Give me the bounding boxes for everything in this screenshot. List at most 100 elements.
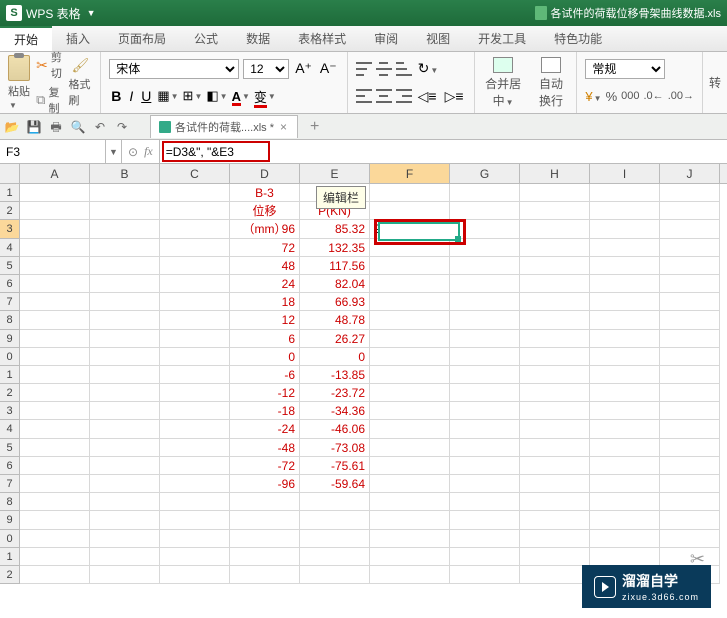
row-header[interactable]: 9: [0, 330, 20, 348]
cell-I9[interactable]: [590, 330, 660, 348]
italic-button[interactable]: I: [127, 88, 135, 104]
formula-cancel-icon[interactable]: ⊙: [128, 145, 138, 159]
align-middle-button[interactable]: [376, 62, 392, 76]
cell-B21[interactable]: [90, 548, 160, 566]
cell-H7[interactable]: [520, 293, 590, 311]
cell-B11[interactable]: [90, 366, 160, 384]
orientation-button[interactable]: ↻▼: [416, 60, 441, 77]
cell-G8[interactable]: [450, 311, 520, 329]
cell-D9[interactable]: 6: [230, 330, 300, 348]
cell-B4[interactable]: [90, 239, 160, 257]
cell-H18[interactable]: [520, 493, 590, 511]
cell-E7[interactable]: 66.93: [300, 293, 370, 311]
cell-A5[interactable]: [20, 257, 90, 275]
cell-D20[interactable]: [230, 530, 300, 548]
cell-E17[interactable]: -59.64: [300, 475, 370, 493]
cell-I4[interactable]: [590, 239, 660, 257]
cell-F2[interactable]: [370, 202, 450, 220]
cell-F8[interactable]: [370, 311, 450, 329]
cell-D21[interactable]: [230, 548, 300, 566]
row-header[interactable]: 6: [0, 457, 20, 475]
cell-H11[interactable]: [520, 366, 590, 384]
cell-J12[interactable]: [660, 384, 720, 402]
cell-B17[interactable]: [90, 475, 160, 493]
cell-E5[interactable]: 117.56: [300, 257, 370, 275]
cell-J4[interactable]: [660, 239, 720, 257]
cell-I1[interactable]: [590, 184, 660, 202]
cell-J1[interactable]: [660, 184, 720, 202]
fx-icon[interactable]: fx: [144, 144, 153, 159]
row-header[interactable]: 2: [0, 566, 20, 584]
cell-I6[interactable]: [590, 275, 660, 293]
cell-H9[interactable]: [520, 330, 590, 348]
tab-data[interactable]: 数据: [232, 26, 284, 51]
cell-I5[interactable]: [590, 257, 660, 275]
row-header[interactable]: 5: [0, 439, 20, 457]
cell-D16[interactable]: -72: [230, 457, 300, 475]
cell-A21[interactable]: [20, 548, 90, 566]
cell-A8[interactable]: [20, 311, 90, 329]
cell-E11[interactable]: -13.85: [300, 366, 370, 384]
col-header-d[interactable]: D: [230, 164, 300, 183]
cell-G15[interactable]: [450, 439, 520, 457]
copy-button[interactable]: ⧉复制: [36, 84, 62, 116]
cell-B5[interactable]: [90, 257, 160, 275]
cell-E21[interactable]: [300, 548, 370, 566]
align-left-button[interactable]: [356, 89, 372, 103]
cell-J18[interactable]: [660, 493, 720, 511]
cell-I21[interactable]: [590, 548, 660, 566]
cell-reference-input[interactable]: [6, 145, 99, 159]
cell-J11[interactable]: [660, 366, 720, 384]
cell-I12[interactable]: [590, 384, 660, 402]
cell-C16[interactable]: [160, 457, 230, 475]
cell-B12[interactable]: [90, 384, 160, 402]
cell-F11[interactable]: [370, 366, 450, 384]
paste-button[interactable]: 粘贴▼: [8, 55, 30, 111]
cell-F5[interactable]: [370, 257, 450, 275]
cell-I17[interactable]: [590, 475, 660, 493]
cell-H16[interactable]: [520, 457, 590, 475]
cell-A13[interactable]: [20, 402, 90, 420]
cell-I8[interactable]: [590, 311, 660, 329]
cell-F17[interactable]: [370, 475, 450, 493]
cell-B19[interactable]: [90, 511, 160, 529]
cell-B7[interactable]: [90, 293, 160, 311]
cell-E13[interactable]: -34.36: [300, 402, 370, 420]
font-color-button[interactable]: A▼: [232, 89, 250, 104]
cell-B14[interactable]: [90, 420, 160, 438]
row-header[interactable]: 7: [0, 475, 20, 493]
cell-D13[interactable]: -18: [230, 402, 300, 420]
cell-B2[interactable]: [90, 202, 160, 220]
cell-J14[interactable]: [660, 420, 720, 438]
cell-C9[interactable]: [160, 330, 230, 348]
cell-F18[interactable]: [370, 493, 450, 511]
cell-C10[interactable]: [160, 348, 230, 366]
currency-button[interactable]: ¥▼: [585, 89, 601, 104]
row-header[interactable]: 0: [0, 530, 20, 548]
cell-D2[interactable]: 位移（mm）: [230, 202, 300, 220]
increase-indent-button[interactable]: ▷≡: [443, 88, 466, 105]
cell-G20[interactable]: [450, 530, 520, 548]
cell-J8[interactable]: [660, 311, 720, 329]
row-header[interactable]: 1: [0, 184, 20, 202]
cell-G7[interactable]: [450, 293, 520, 311]
cell-G21[interactable]: [450, 548, 520, 566]
cell-F16[interactable]: [370, 457, 450, 475]
cell-E12[interactable]: -23.72: [300, 384, 370, 402]
cell-A1[interactable]: [20, 184, 90, 202]
cell-I14[interactable]: [590, 420, 660, 438]
cell-A22[interactable]: [20, 566, 90, 584]
cell-C15[interactable]: [160, 439, 230, 457]
cell-G19[interactable]: [450, 511, 520, 529]
cell-F12[interactable]: [370, 384, 450, 402]
row-header[interactable]: 3: [0, 402, 20, 420]
cell-J3[interactable]: [660, 220, 720, 238]
cell-D14[interactable]: -24: [230, 420, 300, 438]
row-header[interactable]: 2: [0, 384, 20, 402]
cell-G18[interactable]: [450, 493, 520, 511]
cell-A18[interactable]: [20, 493, 90, 511]
tab-review[interactable]: 审阅: [360, 26, 412, 51]
cell-I18[interactable]: [590, 493, 660, 511]
cell-E14[interactable]: -46.06: [300, 420, 370, 438]
cell-C6[interactable]: [160, 275, 230, 293]
